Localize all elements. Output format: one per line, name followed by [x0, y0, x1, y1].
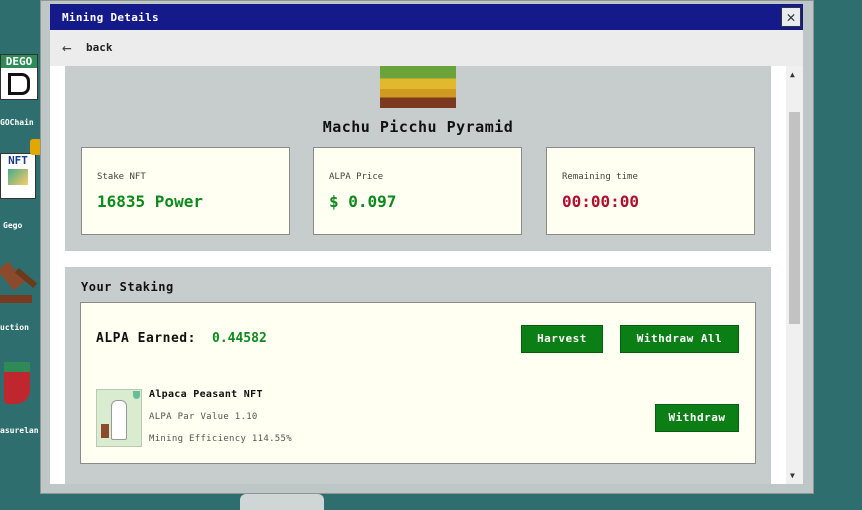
back-label: back — [86, 41, 113, 54]
your-staking-panel: Your Staking ALPA Earned: 0.44582 Harves… — [65, 267, 771, 484]
scroll-down-icon[interactable]: ▼ — [790, 471, 795, 480]
stat-card-stake-nft: Stake NFT 16835 Power — [81, 147, 290, 235]
auction-hammer-icon — [0, 257, 40, 305]
close-button[interactable]: ✕ — [781, 7, 801, 27]
pool-info-panel: Machu Picchu Pyramid Stake NFT 16835 Pow… — [65, 66, 771, 251]
content-area: Machu Picchu Pyramid Stake NFT 16835 Pow… — [50, 66, 803, 484]
withdraw-button[interactable]: Withdraw — [655, 404, 739, 432]
nft-par-value: ALPA Par Value 1.10 — [149, 412, 258, 422]
stat-label: Stake NFT — [97, 172, 146, 182]
shield-badge-icon — [133, 391, 140, 399]
nft-mining-efficiency: Mining Efficiency 114.55% — [149, 434, 292, 444]
earned-label: ALPA Earned: — [96, 331, 196, 346]
arrow-left-icon: ← — [62, 38, 72, 57]
alpaca-nft-thumbnail — [96, 389, 142, 447]
pool-name: Machu Picchu Pyramid — [322, 118, 514, 136]
stat-value: 00:00:00 — [562, 192, 640, 211]
alpaca-icon — [111, 400, 127, 440]
stat-card-alpa-price: ALPA Price $ 0.097 — [313, 147, 522, 235]
nft-logo-text: NFT — [8, 154, 28, 167]
withdraw-all-button[interactable]: Withdraw All — [620, 325, 739, 353]
desktop-label-treasureland[interactable]: asurelan — [0, 426, 39, 435]
stat-card-remaining-time: Remaining time 00:00:00 — [546, 147, 755, 235]
desktop-bottom-decoration — [240, 494, 324, 510]
title-bar: Mining Details ✕ — [50, 4, 803, 30]
desktop-label-gego[interactable]: Gego — [3, 221, 22, 230]
window-title: Mining Details — [62, 11, 159, 24]
scroll-thumb[interactable] — [789, 112, 800, 324]
desktop-icon-gego[interactable]: NFT — [0, 139, 44, 199]
desktop-icon-treasureland[interactable] — [0, 362, 44, 408]
treasure-stocking-icon — [0, 362, 36, 408]
nft-card-icon: NFT — [0, 153, 36, 199]
close-icon: ✕ — [786, 8, 796, 26]
staking-title: Your Staking — [81, 280, 174, 294]
harvest-button[interactable]: Harvest — [521, 325, 603, 353]
desktop-icon-auction[interactable] — [0, 257, 44, 305]
earned-value: 0.44582 — [212, 331, 267, 346]
stat-value: 16835 Power — [97, 192, 203, 211]
desktop-icon-dego[interactable]: DEGO — [0, 54, 44, 100]
pool-nft-image — [380, 66, 456, 108]
stat-label: ALPA Price — [329, 172, 384, 182]
desktop-label-auction[interactable]: uction — [0, 323, 29, 332]
dego-logo-text: DEGO — [1, 55, 37, 68]
stake-box: ALPA Earned: 0.44582 Harvest Withdraw Al… — [80, 302, 756, 464]
desktop-label-gochain[interactable]: GOChain — [0, 118, 34, 127]
nft-name: Alpaca Peasant NFT — [149, 389, 263, 400]
mining-details-window: Mining Details ✕ ← back Machu Picchu Pyr… — [40, 0, 814, 494]
back-bar: ← back — [50, 30, 803, 66]
scroll-up-icon[interactable]: ▲ — [790, 70, 795, 79]
vertical-scrollbar[interactable]: ▲ ▼ — [786, 66, 803, 484]
stat-value: $ 0.097 — [329, 192, 397, 211]
stat-label: Remaining time — [562, 172, 638, 182]
dego-logo-icon: DEGO — [0, 54, 38, 100]
